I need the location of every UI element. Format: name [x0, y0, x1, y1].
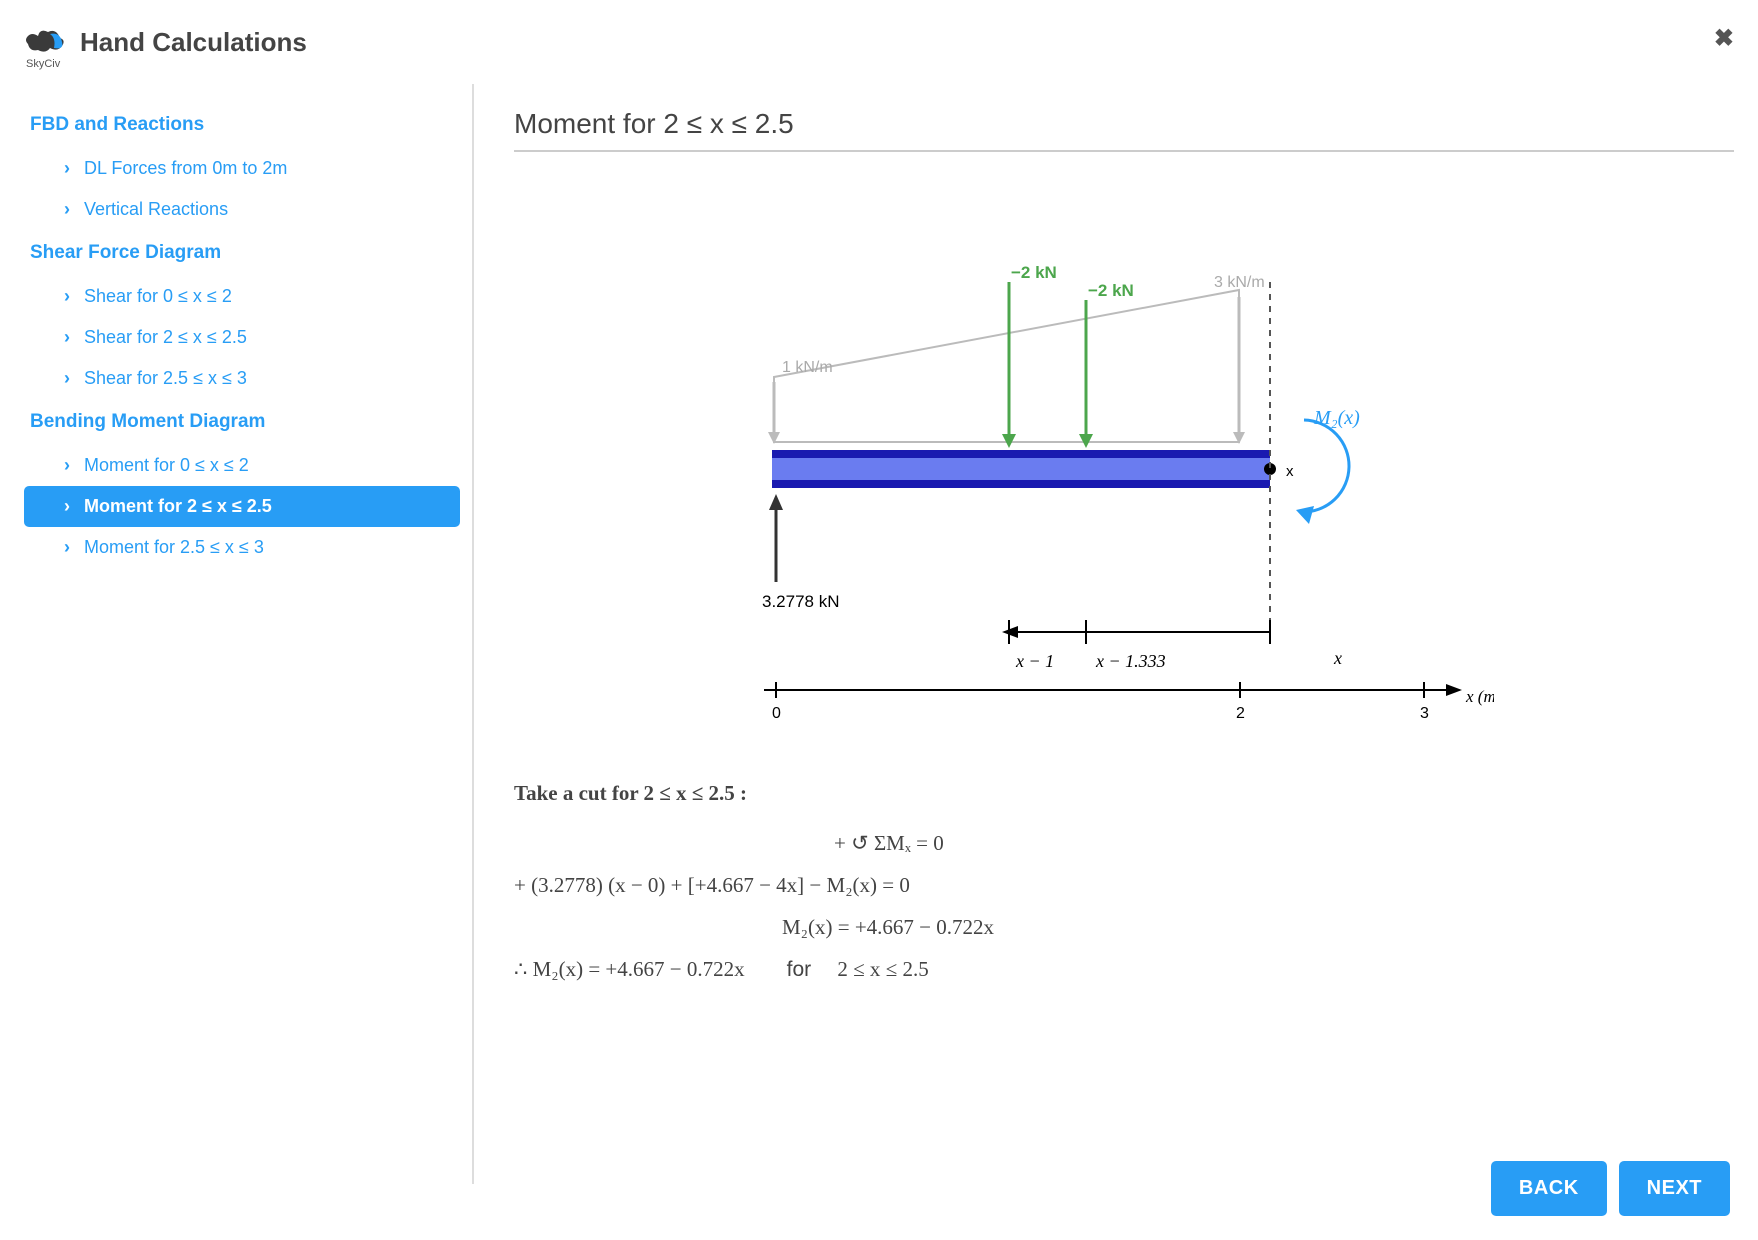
back-button[interactable]: BACK: [1491, 1161, 1607, 1216]
axis-unit-label: x (m): [1465, 687, 1494, 706]
dim-1-label: x − 1: [1015, 651, 1054, 671]
nav-item[interactable]: › Moment for 2.5 ≤ x ≤ 3: [24, 527, 460, 568]
point-load-2-label: −2 kN: [1088, 281, 1134, 300]
nav-item[interactable]: › Shear for 2.5 ≤ x ≤ 3: [24, 358, 460, 399]
calc-intro: Take a cut for 2 ≤ x ≤ 2.5 :: [514, 772, 1734, 814]
reaction-force-label: 3.2778 kN: [762, 592, 840, 611]
nav-item-label: Moment for 2 ≤ x ≤ 2.5: [84, 496, 272, 516]
axis-tick-2: 2: [1236, 705, 1245, 722]
nav-item-label: Shear for 2 ≤ x ≤ 2.5: [84, 327, 247, 347]
nav-item-label: Shear for 2.5 ≤ x ≤ 3: [84, 368, 247, 388]
moment-label: M₂(x): [1313, 407, 1360, 429]
next-button[interactable]: NEXT: [1619, 1161, 1730, 1216]
chevron-right-icon: ›: [64, 327, 70, 348]
calc-line-4: ∴ M₂(x) = +4.667 − 0.722x for 2 ≤ x ≤ 2.…: [514, 948, 1734, 991]
nav-item[interactable]: › Vertical Reactions: [24, 189, 460, 230]
nav-item-label: Shear for 0 ≤ x ≤ 2: [84, 286, 232, 306]
content-title: Moment for 2 ≤ x ≤ 2.5: [514, 108, 1734, 152]
point-load-1-label: −2 kN: [1011, 263, 1057, 282]
dist-load-left-label: 1 kN/m: [782, 359, 833, 376]
chevron-right-icon: ›: [64, 368, 70, 389]
chevron-right-icon: ›: [64, 199, 70, 220]
nav-item-label: DL Forces from 0m to 2m: [84, 158, 287, 178]
nav-item[interactable]: › Moment for 2 ≤ x ≤ 2.5: [24, 486, 460, 527]
page-title: Hand Calculations: [80, 27, 307, 58]
nav-item-label: Vertical Reactions: [84, 199, 228, 219]
cut-x-label: x: [1286, 463, 1294, 480]
chevron-right-icon: ›: [64, 286, 70, 307]
nav-section[interactable]: FBD and Reactions: [24, 102, 460, 148]
beam-diagram: 1 kN/m 3 kN/m x: [514, 192, 1494, 752]
close-icon[interactable]: ✖: [1714, 24, 1734, 53]
nav-item[interactable]: › Moment for 0 ≤ x ≤ 2: [24, 445, 460, 486]
calc-line-1: + ↺ ΣMₓ = 0: [514, 822, 1734, 864]
nav-item-label: Moment for 2.5 ≤ x ≤ 3: [84, 537, 264, 557]
dist-load-right-label: 3 kN/m: [1214, 274, 1265, 291]
logo-text: SkyCiv: [26, 58, 60, 70]
calc-line-3: M₂(x) = +4.667 − 0.722x: [514, 906, 1734, 948]
chevron-right-icon: ›: [64, 537, 70, 558]
footer-buttons: BACK NEXT: [1491, 1161, 1730, 1216]
nav-item[interactable]: › Shear for 0 ≤ x ≤ 2: [24, 276, 460, 317]
axis-tick-0: 0: [772, 705, 781, 722]
nav-item[interactable]: › Shear for 2 ≤ x ≤ 2.5: [24, 317, 460, 358]
axis-tick-3: 3: [1420, 705, 1429, 722]
calc-line-2: + (3.2778) (x − 0) + [+4.667 − 4x] − M₂(…: [514, 864, 1734, 906]
sidebar: FBD and Reactions › DL Forces from 0m to 2…: [24, 84, 474, 1184]
nav-section[interactable]: Bending Moment Diagram: [24, 399, 460, 445]
chevron-right-icon: ›: [64, 455, 70, 476]
main-content: Moment for 2 ≤ x ≤ 2.5 1 kN/m 3 kN/m x: [474, 84, 1734, 1184]
header: SkyCiv Hand Calculations ✖: [0, 0, 1758, 84]
nav-item-label: Moment for 0 ≤ x ≤ 2: [84, 455, 249, 475]
calculation-block: Take a cut for 2 ≤ x ≤ 2.5 : + ↺ ΣMₓ = 0…: [514, 772, 1734, 991]
chevron-right-icon: ›: [64, 158, 70, 179]
dim-2-label: x − 1.333: [1095, 651, 1166, 671]
dim-x-label: x: [1333, 648, 1342, 668]
chevron-right-icon: ›: [64, 496, 70, 517]
logo: SkyCiv: [20, 18, 68, 66]
nav-section[interactable]: Shear Force Diagram: [24, 230, 460, 276]
nav-item[interactable]: › DL Forces from 0m to 2m: [24, 148, 460, 189]
